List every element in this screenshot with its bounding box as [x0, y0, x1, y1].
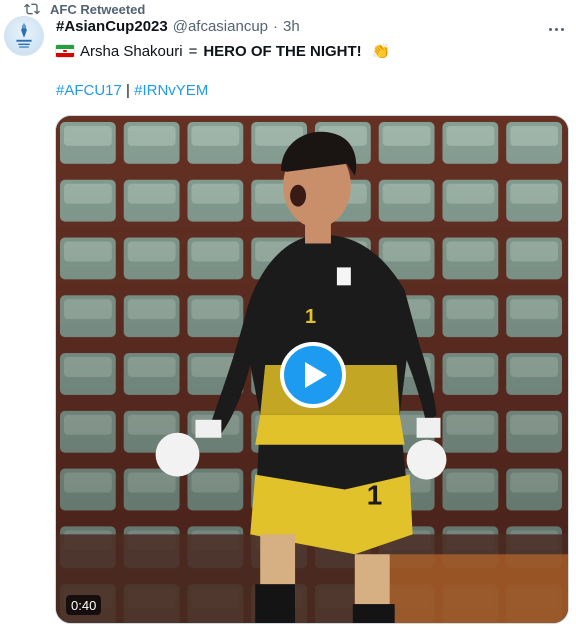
headline-text: HERO OF THE NIGHT!: [203, 42, 362, 60]
shorts-number: 1: [367, 479, 383, 510]
video-duration: 0:40: [66, 595, 102, 615]
afc-asian-cup-logo: [16, 22, 32, 48]
author-handle[interactable]: @afcasiancup: [173, 18, 268, 35]
more-options-icon[interactable]: [542, 20, 570, 38]
hashtag-afcu17[interactable]: #AFCU17: [56, 82, 122, 99]
header-separator: ·: [273, 18, 278, 35]
jersey-number-top: 1: [305, 306, 316, 328]
retweet-label[interactable]: AFC Retweeted: [50, 2, 145, 17]
hashtag-irnvyem[interactable]: #IRNvYEM: [134, 82, 208, 99]
clapping-hands-icon: 👏: [371, 43, 391, 60]
avatar[interactable]: [4, 16, 44, 56]
video-player[interactable]: 1 1 0:40: [55, 115, 569, 624]
tweet-timestamp[interactable]: 3h: [283, 18, 300, 35]
author-name[interactable]: #AsianCup2023: [56, 18, 168, 35]
equals-sign: =: [188, 42, 198, 60]
tweet-text: Arsha Shakouri = HERO OF THE NIGHT! 👏: [56, 40, 390, 62]
hashtag-divider: |: [126, 82, 130, 99]
hashtag-line: #AFCU17 | #IRNvYEM: [56, 82, 208, 102]
play-icon: [305, 362, 327, 388]
player-name: Arsha Shakouri: [80, 42, 183, 60]
retweet-context: AFC Retweeted: [24, 0, 145, 18]
iran-flag-icon: [56, 45, 74, 57]
tweet-header: #AsianCup2023 @afcasiancup · 3h: [56, 18, 300, 40]
play-button[interactable]: [280, 342, 346, 408]
retweet-icon: [24, 3, 40, 15]
